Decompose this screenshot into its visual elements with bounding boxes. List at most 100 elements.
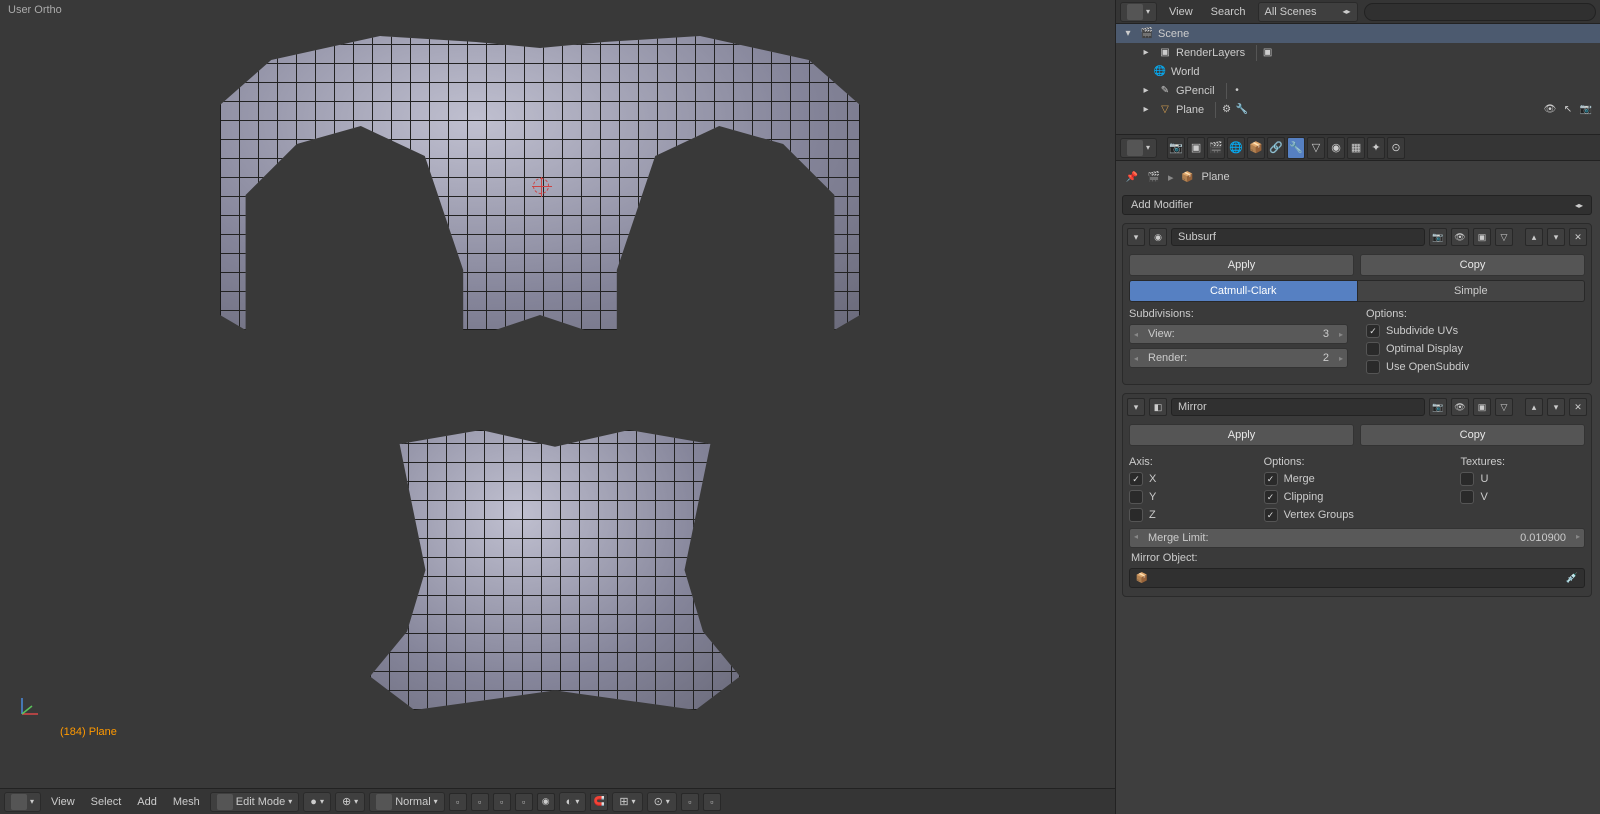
viewport-shading-selector[interactable]: ● ▾ xyxy=(303,792,331,812)
tab-renderlayers[interactable]: ▣ xyxy=(1187,137,1205,159)
display-viewport-toggle[interactable]: 👁 xyxy=(1451,228,1469,246)
pivot-selector[interactable]: ⊕ ▾ xyxy=(335,792,365,812)
outliner-menu-view[interactable]: View xyxy=(1163,2,1199,22)
opengl-render-icon[interactable]: ▫ xyxy=(681,793,699,811)
tab-object[interactable]: 📦 xyxy=(1247,137,1265,159)
tab-world[interactable]: 🌐 xyxy=(1227,137,1245,159)
snap-element[interactable]: ⊞ ▾ xyxy=(612,792,642,812)
move-up-button[interactable]: ▴ xyxy=(1525,228,1543,246)
display-editmode-toggle[interactable]: ▣ xyxy=(1473,398,1491,416)
mirror-object-field[interactable]: 📦 💉 xyxy=(1129,568,1585,588)
copy-button[interactable]: Copy xyxy=(1360,424,1585,446)
edit-mode-icon xyxy=(217,794,233,810)
select-mode-face[interactable]: ▫ xyxy=(493,793,511,811)
outliner-icon xyxy=(1127,4,1143,20)
eyedropper-icon[interactable]: 💉 xyxy=(1564,570,1580,586)
transform-orientation[interactable]: Normal▾ xyxy=(369,792,444,812)
catmull-clark-option[interactable]: Catmull-Clark xyxy=(1129,280,1358,302)
display-render-toggle[interactable]: 📷 xyxy=(1429,398,1447,416)
properties-editor-type[interactable]: ▾ xyxy=(1120,138,1157,158)
outliner-menu-search[interactable]: Search xyxy=(1205,2,1252,22)
tab-material[interactable]: ◉ xyxy=(1327,137,1345,159)
proportional-falloff[interactable]: ◐ ▾ xyxy=(559,792,587,812)
optimal-display-checkbox[interactable] xyxy=(1366,342,1380,356)
texture-u-checkbox[interactable] xyxy=(1460,472,1474,486)
move-down-button[interactable]: ▾ xyxy=(1547,228,1565,246)
options-label: Options: xyxy=(1264,456,1451,468)
tab-scene[interactable]: 🎬 xyxy=(1207,137,1225,159)
display-editmode-toggle[interactable]: ▣ xyxy=(1473,228,1491,246)
collapse-toggle[interactable]: ▾ xyxy=(1127,228,1145,246)
merge-limit-field[interactable]: Merge Limit:0.010900 xyxy=(1129,528,1585,548)
cursor-select-icon[interactable]: ↖ xyxy=(1560,102,1576,118)
tree-renderlayers[interactable]: ▸ ▣ RenderLayers ▣ xyxy=(1116,43,1600,62)
display-render-toggle[interactable]: 📷 xyxy=(1429,228,1447,246)
move-up-button[interactable]: ▴ xyxy=(1525,398,1543,416)
snap-toggle[interactable]: 🧲 xyxy=(590,793,608,811)
tree-plane[interactable]: ▸ ▽ Plane ⚙ 🔧 👁 ↖ 📷 xyxy=(1116,100,1600,119)
apply-button[interactable]: Apply xyxy=(1129,254,1354,276)
tree-scene[interactable]: ▾ 🎬 Scene xyxy=(1116,24,1600,43)
opensubdiv-checkbox[interactable] xyxy=(1366,360,1380,374)
close-icon[interactable]: ✕ xyxy=(1569,398,1587,416)
tree-gpencil[interactable]: ▸ ✎ GPencil • xyxy=(1116,81,1600,100)
texture-v-checkbox[interactable] xyxy=(1460,490,1474,504)
merge-checkbox[interactable] xyxy=(1264,472,1278,486)
proportional-edit-toggle[interactable]: ◉ xyxy=(537,793,555,811)
display-cage-toggle[interactable]: ▽ xyxy=(1495,398,1513,416)
modifier-name-field[interactable]: Mirror xyxy=(1171,398,1425,416)
disclosure-icon[interactable]: ▾ xyxy=(1120,26,1136,42)
move-down-button[interactable]: ▾ xyxy=(1547,398,1565,416)
disclosure-icon[interactable]: ▸ xyxy=(1138,45,1154,61)
apply-button[interactable]: Apply xyxy=(1129,424,1354,446)
modifier-name-field[interactable]: Subsurf xyxy=(1171,228,1425,246)
outliner-search-field[interactable] xyxy=(1364,3,1596,21)
menu-view[interactable]: View xyxy=(45,792,81,812)
outliner-display-mode[interactable]: All Scenes◂▸ xyxy=(1258,2,1358,22)
axis-x-checkbox[interactable] xyxy=(1129,472,1143,486)
viewport-3d[interactable]: User Ortho (184) Plane xyxy=(0,0,1115,788)
mode-selector[interactable]: Edit Mode▾ xyxy=(210,792,300,812)
select-mode-edge[interactable]: ▫ xyxy=(471,793,489,811)
subsurf-type-toggle: Catmull-Clark Simple xyxy=(1123,280,1591,302)
clipping-checkbox[interactable] xyxy=(1264,490,1278,504)
tab-data[interactable]: ▽ xyxy=(1307,137,1325,159)
textures-label: Textures: xyxy=(1460,456,1585,468)
add-modifier-dropdown[interactable]: Add Modifier ◂▸ xyxy=(1122,195,1592,215)
tab-physics[interactable]: ⊙ xyxy=(1387,137,1405,159)
tab-modifiers[interactable]: 🔧 xyxy=(1287,137,1305,159)
disclosure-icon[interactable]: ▸ xyxy=(1138,83,1154,99)
subdivide-uvs-checkbox[interactable] xyxy=(1366,324,1380,338)
menu-add[interactable]: Add xyxy=(131,792,163,812)
tree-world[interactable]: 🌐 World xyxy=(1116,62,1600,81)
axis-z-checkbox[interactable] xyxy=(1129,508,1143,522)
camera-icon[interactable]: 📷 xyxy=(1578,102,1594,118)
vertex-groups-checkbox[interactable] xyxy=(1264,508,1278,522)
outliner-tree[interactable]: ▾ 🎬 Scene ▸ ▣ RenderLayers ▣ 🌐 World ▸ ✎… xyxy=(1116,24,1600,134)
tab-render[interactable]: 📷 xyxy=(1167,137,1185,159)
menu-mesh[interactable]: Mesh xyxy=(167,792,206,812)
eye-icon[interactable]: 👁 xyxy=(1542,102,1558,118)
tab-particles[interactable]: ✦ xyxy=(1367,137,1385,159)
editor-type-selector[interactable]: ▾ xyxy=(4,792,41,812)
render-subdivisions-field[interactable]: Render:2 xyxy=(1129,348,1348,368)
display-cage-toggle[interactable]: ▽ xyxy=(1495,228,1513,246)
copy-button[interactable]: Copy xyxy=(1360,254,1585,276)
limit-selection-icon[interactable]: ▫ xyxy=(515,793,533,811)
axis-y-checkbox[interactable] xyxy=(1129,490,1143,504)
select-mode-vertex[interactable]: ▫ xyxy=(449,793,467,811)
display-viewport-toggle[interactable]: 👁 xyxy=(1451,398,1469,416)
collapse-toggle[interactable]: ▾ xyxy=(1127,398,1145,416)
opengl-render-anim-icon[interactable]: ▫ xyxy=(703,793,721,811)
menu-select[interactable]: Select xyxy=(85,792,128,812)
pin-icon[interactable]: 📌 xyxy=(1124,169,1140,185)
disclosure-icon[interactable]: ▸ xyxy=(1138,102,1154,118)
tab-texture[interactable]: ▦ xyxy=(1347,137,1365,159)
outliner-editor-type[interactable]: ▾ xyxy=(1120,2,1157,22)
view-subdivisions-field[interactable]: View:3 xyxy=(1129,324,1348,344)
simple-option[interactable]: Simple xyxy=(1358,280,1586,302)
close-icon[interactable]: ✕ xyxy=(1569,228,1587,246)
breadcrumb-object[interactable]: Plane xyxy=(1202,171,1230,183)
snap-target[interactable]: ⊙ ▾ xyxy=(647,792,677,812)
tab-constraints[interactable]: 🔗 xyxy=(1267,137,1285,159)
